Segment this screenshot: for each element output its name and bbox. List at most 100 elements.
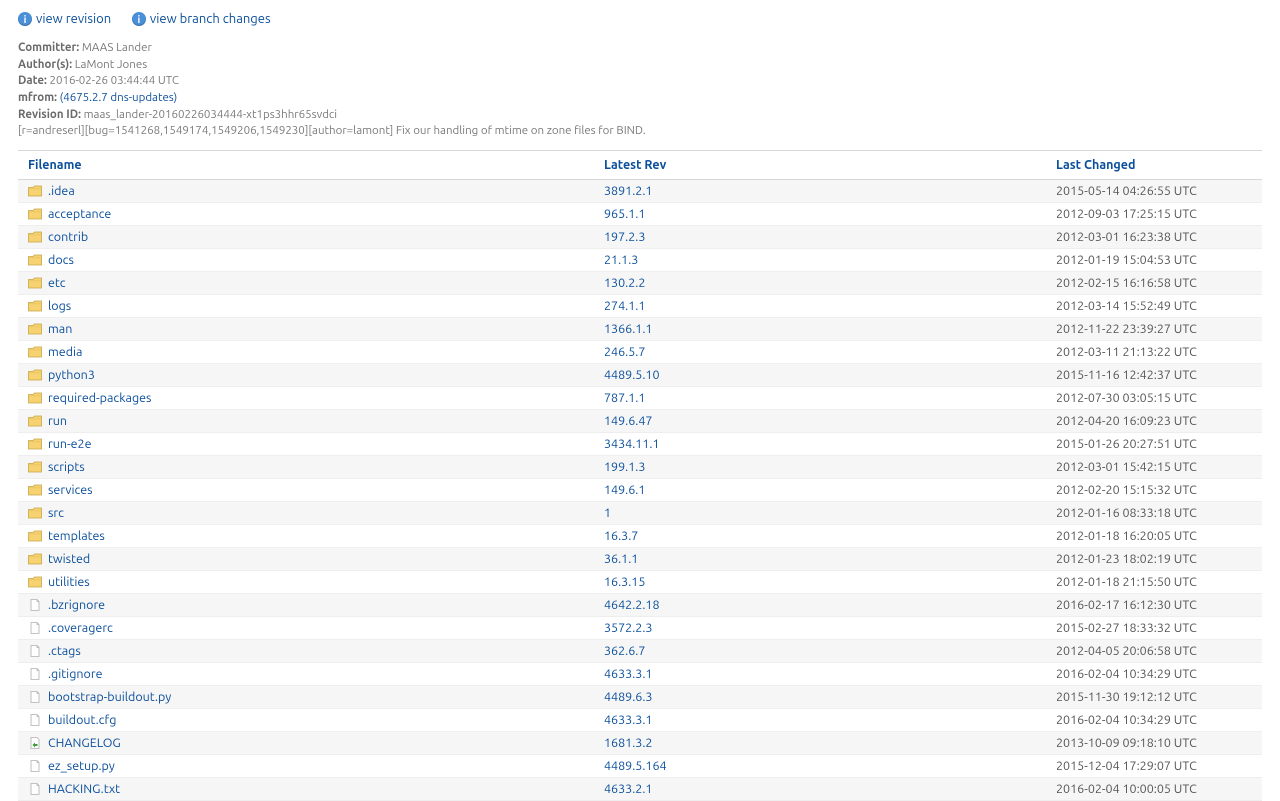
revision-link[interactable]: 4633.3.1 xyxy=(604,667,652,681)
filename-link[interactable]: templates xyxy=(48,529,105,543)
table-row: contrib 197.2.3 2012-03-01 16:23:38 UTC xyxy=(18,226,1262,249)
revision-link[interactable]: 149.6.47 xyxy=(604,414,652,428)
revision-link[interactable]: 4489.5.164 xyxy=(604,759,667,773)
filename-link[interactable]: required-packages xyxy=(48,391,151,405)
authors-value: LaMont Jones xyxy=(75,58,148,71)
folder-icon xyxy=(28,576,42,588)
col-lastchanged-header[interactable]: Last Changed xyxy=(1046,151,1262,180)
filename-link[interactable]: HACKING.txt xyxy=(48,782,120,796)
folder-icon xyxy=(28,254,42,266)
last-changed-value: 2012-11-22 23:39:27 UTC xyxy=(1046,318,1262,341)
last-changed-value: 2015-01-26 20:27:51 UTC xyxy=(1046,433,1262,456)
folder-icon xyxy=(28,507,42,519)
info-icon: i xyxy=(18,12,32,26)
view-revision-link[interactable]: i view revision xyxy=(18,12,111,26)
revision-link[interactable]: 16.3.7 xyxy=(604,529,638,543)
col-latestrev-header[interactable]: Latest Rev xyxy=(594,151,1046,180)
revision-link[interactable]: 3572.2.3 xyxy=(604,621,652,635)
table-row: utilities16.3.152012-01-18 21:15:50 UTC xyxy=(18,571,1262,594)
revision-link[interactable]: 149.6.1 xyxy=(604,483,645,497)
last-changed-value: 2012-04-20 16:09:23 UTC xyxy=(1046,410,1262,433)
table-row: buildout.cfg4633.3.12016-02-04 10:34:29 … xyxy=(18,709,1262,732)
last-changed-value: 2016-02-04 10:00:05 UTC xyxy=(1046,778,1262,801)
revision-link[interactable]: 4633.3.1 xyxy=(604,713,652,727)
revision-link[interactable]: 1366.1.1 xyxy=(604,322,652,336)
revision-link[interactable]: 16.3.15 xyxy=(604,575,645,589)
filename-link[interactable]: twisted xyxy=(48,552,90,566)
last-changed-value: 2012-01-23 18:02:19 UTC xyxy=(1046,548,1262,571)
revision-link[interactable]: 274.1.1 xyxy=(604,299,645,313)
last-changed-value: 2012-03-14 15:52:49 UTC xyxy=(1046,295,1262,318)
filename-link[interactable]: contrib xyxy=(48,230,88,244)
filename-link[interactable]: media xyxy=(48,345,82,359)
filename-link[interactable]: src xyxy=(48,506,64,520)
folder-icon xyxy=(28,369,42,381)
file-icon xyxy=(28,645,42,657)
revision-link[interactable]: 1 xyxy=(604,506,611,520)
filename-link[interactable]: utilities xyxy=(48,575,90,589)
table-row: .idea3891.2.12015-05-14 04:26:55 UTC xyxy=(18,180,1262,203)
filename-link[interactable]: .gitignore xyxy=(48,667,102,681)
revision-link[interactable]: 965.1.1 xyxy=(604,207,645,221)
revision-link[interactable]: 246.5.7 xyxy=(604,345,645,359)
filename-link[interactable]: CHANGELOG xyxy=(48,736,121,750)
revision-link[interactable]: 4642.2.18 xyxy=(604,598,660,612)
filename-link[interactable]: run xyxy=(48,414,67,428)
filename-link[interactable]: .idea xyxy=(48,184,75,198)
table-row: run-e2e 3434.11.1 2015-01-26 20:27:51 UTC xyxy=(18,433,1262,456)
filename-link[interactable]: bootstrap-buildout.py xyxy=(48,690,171,704)
file-listing-table: Filename Latest Rev Last Changed .idea 38… xyxy=(18,150,1262,801)
folder-icon xyxy=(28,185,42,197)
last-changed-value: 2012-03-01 16:23:38 UTC xyxy=(1046,226,1262,249)
revision-link[interactable]: 199.1.3 xyxy=(604,460,645,474)
table-row: .bzrignore 4642.2.18 2016-02-17 16:12:30 U… xyxy=(18,594,1262,617)
table-row: bootstrap-buildout.py4489.6.32015-11-30 … xyxy=(18,686,1262,709)
filename-link[interactable]: .coveragerc xyxy=(48,621,113,635)
table-row: twisted 36.1.1 2012-01-23 18:02:19 UTC xyxy=(18,548,1262,571)
filename-link[interactable]: acceptance xyxy=(48,207,111,221)
filename-link[interactable]: docs xyxy=(48,253,74,267)
authors-label: Author(s): xyxy=(18,58,72,71)
folder-icon xyxy=(28,461,42,473)
committer-value: MAAS Lander xyxy=(82,41,152,54)
view-branch-changes-link[interactable]: i view branch changes xyxy=(132,12,271,26)
revision-link[interactable]: 4489.5.10 xyxy=(604,368,660,382)
revision-link[interactable]: 4489.6.3 xyxy=(604,690,652,704)
table-row: required-packages 787.1.1 2012-07-30 03:05… xyxy=(18,387,1262,410)
filename-link[interactable]: buildout.cfg xyxy=(48,713,116,727)
folder-icon xyxy=(28,231,42,243)
filename-link[interactable]: man xyxy=(48,322,72,336)
file-icon xyxy=(28,668,42,680)
filename-link[interactable]: .bzrignore xyxy=(48,598,105,612)
last-changed-value: 2016-02-17 16:12:30 UTC xyxy=(1046,594,1262,617)
folder-icon xyxy=(28,553,42,565)
filename-link[interactable]: scripts xyxy=(48,460,85,474)
revision-link[interactable]: 4633.2.1 xyxy=(604,782,652,796)
last-changed-value: 2012-01-18 16:20:05 UTC xyxy=(1046,525,1262,548)
revision-meta: Committer: MAAS Lander Author(s): LaMont… xyxy=(18,40,1262,140)
table-row: etc130.2.22012-02-15 16:16:58 UTC xyxy=(18,272,1262,295)
revision-link[interactable]: 1681.3.2 xyxy=(604,736,652,750)
filename-link[interactable]: logs xyxy=(48,299,71,313)
revision-link[interactable]: 3891.2.1 xyxy=(604,184,652,198)
filename-link[interactable]: ez_setup.py xyxy=(48,759,115,773)
table-header-row: Filename Latest Rev Last Changed xyxy=(18,151,1262,180)
revision-link[interactable]: 3434.11.1 xyxy=(604,437,660,451)
col-filename-header[interactable]: Filename xyxy=(18,151,594,180)
last-changed-value: 2015-12-04 17:29:07 UTC xyxy=(1046,755,1262,778)
filename-link[interactable]: python3 xyxy=(48,368,95,382)
filename-link[interactable]: run-e2e xyxy=(48,437,92,451)
filename-link[interactable]: etc xyxy=(48,276,66,290)
folder-icon xyxy=(28,438,42,450)
revision-link[interactable]: 21.1.3 xyxy=(604,253,638,267)
last-changed-value: 2012-07-30 03:05:15 UTC xyxy=(1046,387,1262,410)
filename-link[interactable]: .ctags xyxy=(48,644,81,658)
folder-icon xyxy=(28,392,42,404)
revision-link[interactable]: 197.2.3 xyxy=(604,230,645,244)
revision-link[interactable]: 362.6.7 xyxy=(604,644,645,658)
filename-link[interactable]: services xyxy=(48,483,93,497)
revision-link[interactable]: 130.2.2 xyxy=(604,276,645,290)
revision-link[interactable]: 787.1.1 xyxy=(604,391,645,405)
mfrom-link[interactable]: (4675.2.7 dns-updates) xyxy=(60,91,178,104)
revision-link[interactable]: 36.1.1 xyxy=(604,552,638,566)
